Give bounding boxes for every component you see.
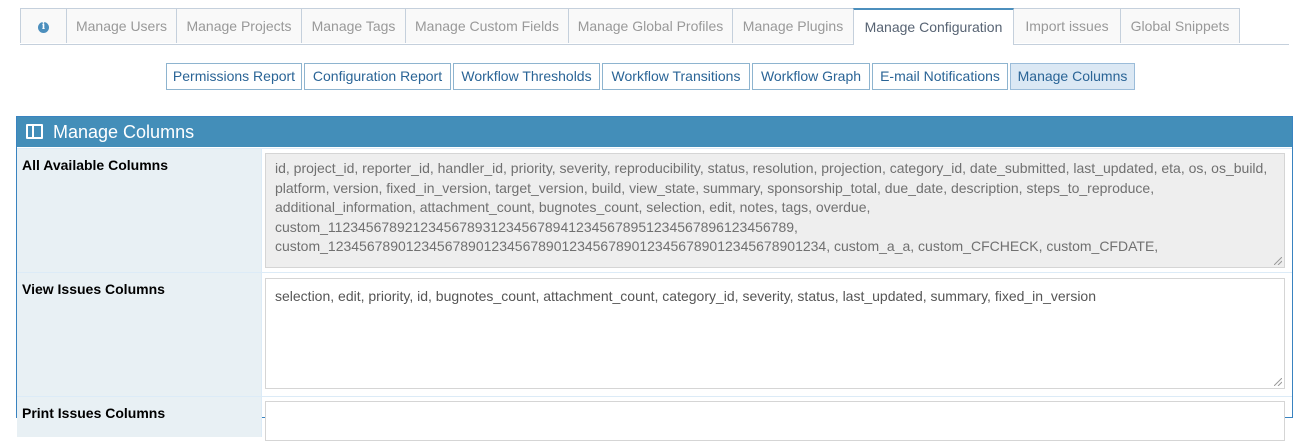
manage-columns-button[interactable]: Manage Columns [1010,63,1135,90]
all-available-columns-field[interactable]: id, project_id, reporter_id, handler_id,… [265,153,1285,268]
info-icon: i [38,21,49,33]
workflow-graph-button[interactable]: Workflow Graph [752,63,870,90]
tab-manage-configuration[interactable]: Manage Configuration [853,8,1014,45]
print-issues-columns-row: Print Issues Columns [17,396,1292,441]
email-notifications-button[interactable]: E-mail Notifications [872,63,1008,90]
view-issues-columns-value: selection, edit, priority, id, bugnotes_… [275,288,1096,304]
tab-manage-users[interactable]: Manage Users [66,8,177,43]
all-available-columns-value: id, project_id, reporter_id, handler_id,… [275,160,1268,254]
permissions-report-button[interactable]: Permissions Report [166,63,302,90]
tab-manage-plugins[interactable]: Manage Plugins [732,8,854,43]
all-available-columns-row: All Available Columns id, project_id, re… [17,148,1292,272]
resize-grip-icon[interactable] [1274,257,1282,265]
tab-global-snippets[interactable]: Global Snippets [1120,8,1240,43]
print-issues-columns-field[interactable] [265,401,1285,441]
tab-bar: i Manage Users Manage Projects Manage Ta… [20,8,1289,45]
configuration-report-button[interactable]: Configuration Report [304,63,451,90]
tab-info[interactable]: i [20,8,67,43]
panel-title: Manage Columns [53,122,195,142]
print-issues-columns-label: Print Issues Columns [17,397,262,437]
columns-icon [26,124,43,139]
all-available-columns-label: All Available Columns [17,149,262,272]
tab-manage-tags[interactable]: Manage Tags [301,8,406,43]
workflow-transitions-button[interactable]: Workflow Transitions [602,63,750,90]
resize-grip-icon[interactable] [1274,378,1282,386]
view-issues-columns-field[interactable]: selection, edit, priority, id, bugnotes_… [265,278,1285,389]
view-issues-columns-label: View Issues Columns [17,273,262,396]
tab-manage-global-profiles[interactable]: Manage Global Profiles [568,8,733,43]
workflow-thresholds-button[interactable]: Workflow Thresholds [453,63,600,90]
panel-header: Manage Columns [17,117,1292,147]
view-issues-columns-row: View Issues Columns selection, edit, pri… [17,272,1292,396]
tab-manage-projects[interactable]: Manage Projects [176,8,302,43]
manage-columns-panel: Manage Columns All Available Columns id,… [16,116,1293,441]
tab-import-issues[interactable]: Import issues [1013,8,1121,43]
tab-manage-custom-fields[interactable]: Manage Custom Fields [405,8,569,43]
